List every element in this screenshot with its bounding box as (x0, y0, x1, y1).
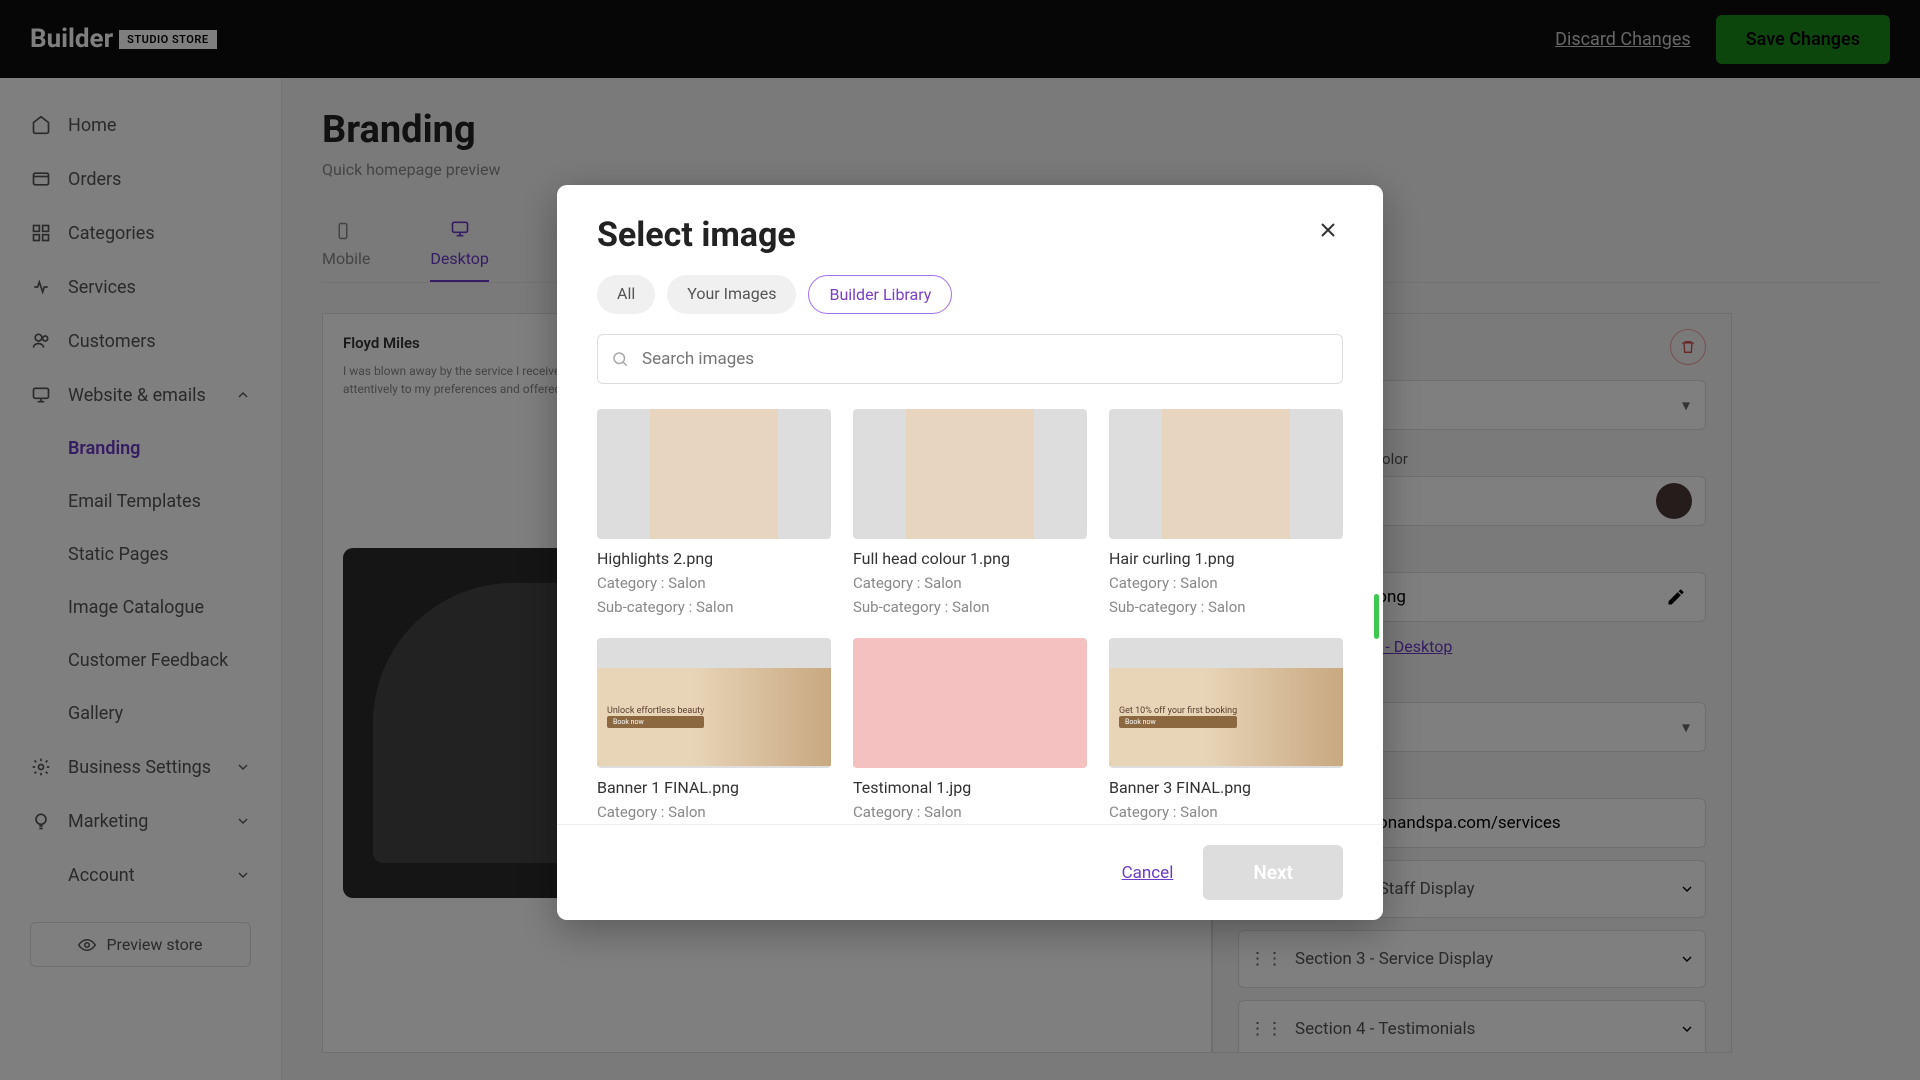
next-button[interactable]: Next (1203, 845, 1343, 900)
image-thumbnail: Unlock effortless beautyBook now (597, 638, 831, 768)
modal-body: Highlights 2.png Category : Salon Sub-ca… (557, 384, 1383, 824)
image-card[interactable]: Highlights 2.png Category : Salon Sub-ca… (597, 409, 831, 616)
modal-header: Select image (557, 185, 1383, 270)
image-thumbnail (597, 409, 831, 539)
search-wrapper (597, 334, 1343, 384)
modal-tab-all[interactable]: All (597, 275, 655, 314)
modal-tab-your-images[interactable]: Your Images (667, 275, 796, 314)
close-button[interactable] (1313, 215, 1343, 245)
image-name: Highlights 2.png (597, 549, 831, 568)
banner-text: Get 10% off your first booking (1119, 706, 1237, 716)
image-subcategory: Sub-category : Salon (1109, 598, 1343, 616)
select-image-modal: Select image All Your Images Builder Lib… (557, 185, 1383, 920)
banner-cta: Book now (607, 716, 704, 728)
search-input[interactable] (597, 334, 1343, 384)
image-name: Banner 3 FINAL.png (1109, 778, 1343, 797)
modal-title: Select image (597, 215, 796, 255)
image-subcategory: Sub-category : Salon (597, 598, 831, 616)
image-category: Category : Salon (853, 803, 1087, 821)
image-card[interactable]: Get 10% off your first bookingBook now B… (1109, 638, 1343, 821)
image-card[interactable]: Full head colour 1.png Category : Salon … (853, 409, 1087, 616)
close-icon (1316, 218, 1340, 242)
cancel-link[interactable]: Cancel (1122, 863, 1174, 883)
modal-tab-builder-library[interactable]: Builder Library (808, 275, 952, 314)
image-subcategory: Sub-category : Salon (853, 598, 1087, 616)
image-name: Full head colour 1.png (853, 549, 1087, 568)
banner-text: Unlock effortless beauty (607, 706, 704, 716)
image-card[interactable]: Unlock effortless beautyBook now Banner … (597, 638, 831, 821)
image-category: Category : Salon (1109, 803, 1343, 821)
search-icon (611, 350, 629, 368)
image-grid: Highlights 2.png Category : Salon Sub-ca… (597, 409, 1343, 821)
image-name: Testimonal 1.jpg (853, 778, 1087, 797)
image-category: Category : Salon (853, 574, 1087, 592)
banner-cta: Book now (1119, 716, 1237, 728)
image-category: Category : Salon (1109, 574, 1343, 592)
modal-tabs: All Your Images Builder Library (557, 275, 1383, 314)
image-thumbnail (853, 638, 1087, 768)
scrollbar-thumb[interactable] (1374, 594, 1379, 639)
image-thumbnail (853, 409, 1087, 539)
image-card[interactable]: Testimonal 1.jpg Category : Salon (853, 638, 1087, 821)
modal-footer: Cancel Next (557, 824, 1383, 920)
image-name: Banner 1 FINAL.png (597, 778, 831, 797)
image-category: Category : Salon (597, 574, 831, 592)
image-category: Category : Salon (597, 803, 831, 821)
image-card[interactable]: Hair curling 1.png Category : Salon Sub-… (1109, 409, 1343, 616)
image-thumbnail: Get 10% off your first bookingBook now (1109, 638, 1343, 768)
image-thumbnail (1109, 409, 1343, 539)
image-name: Hair curling 1.png (1109, 549, 1343, 568)
